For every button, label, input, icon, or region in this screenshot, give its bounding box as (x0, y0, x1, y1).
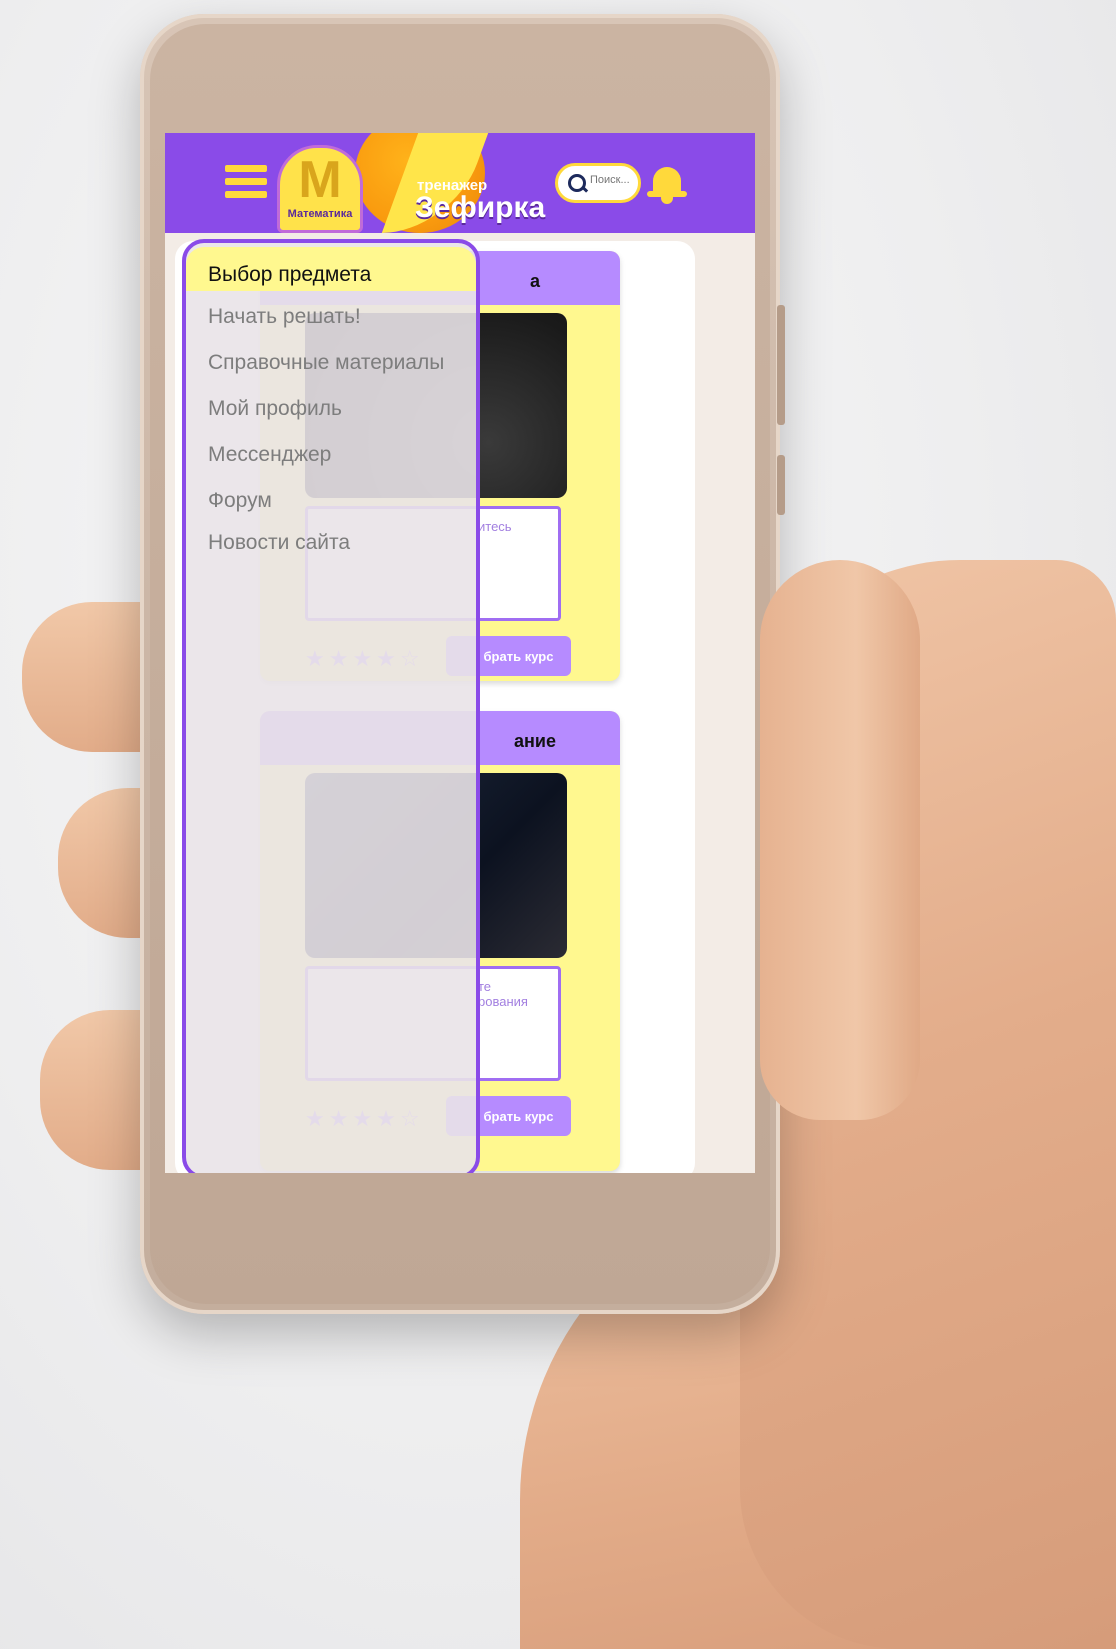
bell-clapper (661, 197, 673, 204)
phone-side-button-2 (777, 455, 785, 515)
hamburger-icon[interactable] (225, 165, 267, 199)
subject-logo[interactable]: M Математика (277, 145, 363, 233)
side-menu: Выбор предмета Начать решать! Справочные… (182, 239, 480, 1173)
hamburger-line (225, 178, 267, 185)
card-title-text: а (529, 271, 540, 291)
card-title-text: ание (514, 731, 556, 751)
menu-item-news[interactable]: Новости сайта (208, 531, 350, 555)
choose-course-label: брать курс (483, 649, 554, 664)
search-input[interactable] (588, 173, 638, 187)
hamburger-line (225, 165, 267, 172)
phone-screen: M Математика тренажер Зефирка а итесь ★★… (165, 133, 755, 1173)
hamburger-line (225, 191, 267, 198)
app-header: M Математика тренажер Зефирка (165, 133, 755, 233)
menu-item-choose-subject[interactable]: Выбор предмета (208, 263, 371, 287)
logo-letter: M (298, 151, 342, 209)
search-icon-handle (581, 186, 589, 193)
menu-item-forum[interactable]: Форум (208, 489, 272, 513)
search-box[interactable] (555, 163, 641, 203)
phone-side-button (777, 305, 785, 425)
choose-course-label: брать курс (483, 1109, 554, 1124)
thumb (760, 560, 920, 1120)
menu-item-reference[interactable]: Справочные материалы (208, 351, 444, 375)
menu-item-profile[interactable]: Мой профиль (208, 397, 342, 421)
menu-item-start-solving[interactable]: Начать решать! (208, 305, 361, 329)
card-description-text: итесь (478, 519, 512, 534)
logo-caption: Математика (287, 208, 353, 220)
brand-title: Зефирка (415, 191, 546, 224)
card-description-text: те рования (478, 979, 528, 1009)
bell-icon[interactable] (645, 161, 689, 205)
menu-item-messenger[interactable]: Мессенджер (208, 443, 331, 467)
